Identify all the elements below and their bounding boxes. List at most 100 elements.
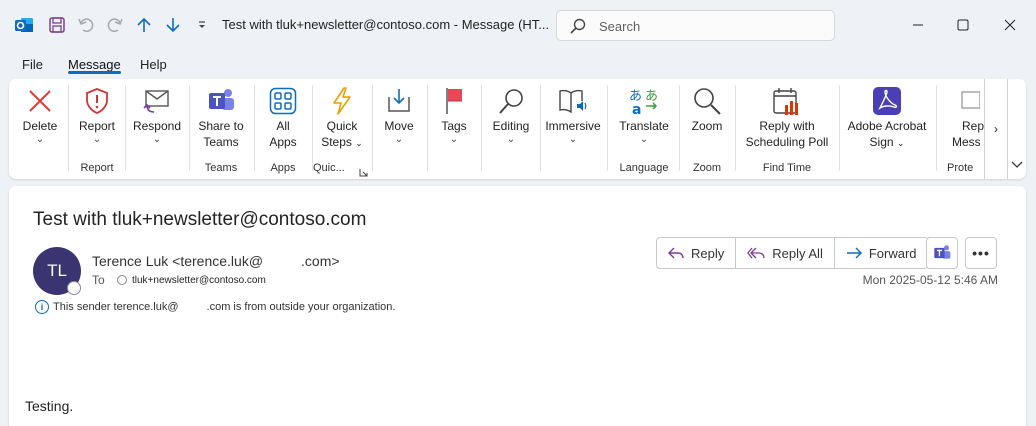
external-notice-text: This sender terence.luk@: [53, 301, 179, 313]
translate-icon: ああa: [613, 85, 675, 117]
title-bar: Test with tluk+newsletter@contoso.com - …: [0, 0, 1036, 50]
reply-with-label: Reply with: [759, 119, 815, 133]
tags-button[interactable]: Tags ⌄: [433, 85, 475, 145]
ribbon-collapse-button[interactable]: [1009, 157, 1025, 173]
quick-steps-button[interactable]: Quick Steps ⌄: [316, 85, 368, 151]
zoom-icon: [685, 85, 729, 117]
group-label-protection: Prote: [947, 162, 974, 174]
forward-label: Forward: [868, 245, 917, 261]
all-label: All: [276, 119, 290, 133]
ellipsis-icon: •••: [972, 245, 990, 261]
report-message-button-partial[interactable]: Rep Mess: [940, 85, 984, 150]
undo-icon[interactable]: [74, 13, 98, 37]
message-actions: Reply Reply All Forward: [656, 237, 929, 269]
chevron-down-icon: ⌄: [449, 134, 459, 145]
ribbon-separator: [189, 85, 190, 171]
minimize-button[interactable]: [906, 13, 930, 37]
scheduling-poll-label: Scheduling Poll: [745, 135, 829, 149]
group-label-quick-steps: Quic...: [313, 162, 345, 174]
maximize-button[interactable]: [951, 13, 975, 37]
ribbon-separator: [312, 85, 313, 171]
message-body: Testing.: [25, 398, 74, 414]
shield-alert-icon: [73, 85, 121, 117]
lightning-icon: [316, 85, 368, 117]
ribbon-separator: [936, 85, 937, 171]
close-button[interactable]: [998, 13, 1022, 37]
immersive-label: Immersive: [545, 119, 601, 133]
quick-label: Quick: [326, 119, 358, 133]
down-arrow-icon[interactable]: [161, 13, 185, 37]
flag-icon: [433, 85, 475, 117]
translate-button[interactable]: ああa Translate ⌄: [613, 85, 675, 145]
report-partial-label: Rep: [962, 119, 984, 133]
ribbon-separator: [735, 85, 736, 171]
menu-message[interactable]: Message: [68, 57, 121, 72]
ribbon-separator: [481, 85, 482, 171]
info-icon: i: [35, 300, 49, 314]
zoom-button[interactable]: Zoom: [685, 85, 729, 134]
svg-text:a: a: [632, 102, 641, 116]
menu-file[interactable]: File: [22, 57, 43, 72]
save-icon[interactable]: [45, 13, 69, 37]
delete-button[interactable]: Delete ⌄: [17, 85, 63, 145]
ribbon-scroll-right-button[interactable]: ›: [984, 79, 1008, 179]
ribbon-separator: [254, 85, 255, 171]
group-label-zoom: Zoom: [692, 162, 722, 174]
teams-icon: [194, 85, 248, 117]
redo-icon[interactable]: [103, 13, 127, 37]
report-button[interactable]: Report ⌄: [73, 85, 121, 145]
ribbon-separator: [125, 85, 126, 171]
recipient-address[interactable]: tluk+newsletter@contoso.com: [132, 275, 266, 286]
chevron-right-icon: ›: [994, 122, 998, 136]
external-sender-notice: i This sender terence.luk@ .com is from o…: [35, 300, 395, 314]
up-arrow-icon[interactable]: [132, 13, 156, 37]
search-box[interactable]: Search: [556, 10, 835, 41]
reply-all-label: Reply All: [772, 245, 823, 261]
immersive-reader-icon: [543, 85, 603, 117]
apps-grid-icon: [259, 85, 307, 117]
magnifier-icon: [486, 85, 536, 117]
translate-label: Translate: [619, 119, 669, 133]
teams-chat-button[interactable]: [926, 237, 958, 269]
avatar-initials: TL: [47, 261, 67, 280]
chevron-down-icon: ⌄: [568, 134, 578, 145]
menu-bar: File Message Help: [0, 50, 1036, 78]
chevron-down-icon: ⌄: [394, 134, 404, 145]
move-button[interactable]: Move ⌄: [377, 85, 421, 145]
chevron-down-icon: [1011, 161, 1023, 168]
message-partial-label: Mess: [952, 135, 981, 149]
recipient-presence-icon: [117, 275, 127, 285]
sender-name[interactable]: Terence Luk <terence.luk@ .com>: [92, 253, 340, 269]
delete-icon: [17, 85, 63, 117]
sign-label: Sign: [869, 135, 894, 149]
presence-status-icon: [67, 281, 81, 295]
chevron-down-icon: ⌄: [355, 138, 363, 148]
ribbon-separator: [68, 85, 69, 171]
respond-label: Respond: [132, 119, 182, 133]
search-placeholder: Search: [599, 19, 641, 34]
chevron-down-icon: ⌄: [35, 134, 45, 145]
active-tab-indicator: [68, 71, 121, 74]
dialog-launcher-icon[interactable]: [359, 164, 368, 179]
sender-domain-text: .com>: [301, 253, 340, 269]
external-notice-text-2: .com is from outside your organization.: [206, 301, 396, 313]
all-apps-button[interactable]: All Apps: [259, 85, 307, 150]
steps-label: Steps: [321, 135, 352, 149]
immersive-button[interactable]: Immersive ⌄: [543, 85, 603, 145]
reply-with-scheduling-poll-button[interactable]: Reply with Scheduling Poll: [741, 85, 833, 150]
adobe-acrobat-sign-button[interactable]: Adobe Acrobat Sign ⌄: [843, 85, 931, 151]
editing-button[interactable]: Editing ⌄: [486, 85, 536, 145]
to-label: To: [92, 273, 105, 287]
reply-all-button[interactable]: Reply All: [736, 238, 835, 268]
forward-button[interactable]: Forward: [835, 238, 928, 268]
more-actions-button[interactable]: •••: [965, 237, 997, 269]
customize-quick-access-icon[interactable]: [190, 13, 214, 37]
svg-text:あ: あ: [645, 89, 658, 104]
group-label-teams: Teams: [204, 162, 238, 174]
reply-button[interactable]: Reply: [657, 238, 737, 268]
menu-help[interactable]: Help: [140, 57, 167, 72]
ribbon-separator: [372, 85, 373, 171]
group-label-apps: Apps: [270, 162, 296, 174]
share-to-teams-button[interactable]: Share to Teams: [194, 85, 248, 150]
respond-button[interactable]: Respond ⌄: [130, 85, 184, 145]
